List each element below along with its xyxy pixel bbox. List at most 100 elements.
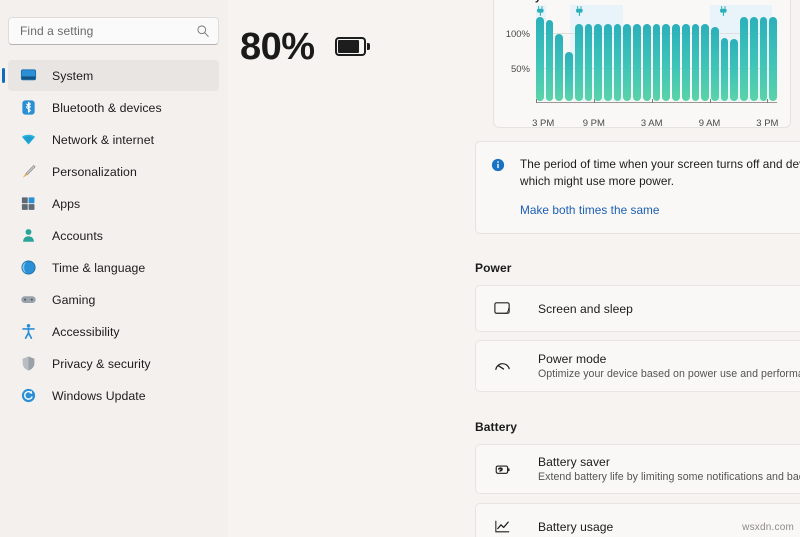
chart-bar: [652, 23, 661, 101]
main-content: 80% Battery levels View detailed info 10…: [228, 0, 800, 537]
x-tick-label: 3 AM: [640, 118, 663, 129]
chart-bar: [545, 19, 554, 101]
make-both-times-same-link[interactable]: Make both times the same: [520, 203, 660, 217]
row-subtitle: Extend battery life by limiting some not…: [538, 471, 800, 483]
x-tick-mark: [709, 99, 711, 103]
row-title: Power mode: [538, 352, 607, 366]
row-subtitle: Optimize your device based on power use …: [538, 368, 800, 380]
wifi-icon: [20, 131, 37, 148]
sidebar-item-accessibility[interactable]: Accessibility: [8, 316, 219, 347]
sidebar-item-personalization[interactable]: Personalization: [8, 156, 219, 187]
sidebar-item-label: Apps: [52, 196, 81, 211]
chart-bar: [584, 23, 593, 101]
sidebar-item-label: Time & language: [52, 260, 146, 275]
row-title: Battery saver: [538, 455, 610, 469]
chart-bar: [633, 23, 641, 101]
chart-bars: [536, 17, 777, 101]
x-tick-mark: [767, 99, 769, 103]
gauge-icon: [492, 356, 512, 376]
line-chart-icon: [492, 517, 512, 537]
x-tick-label: 3 PM: [532, 118, 555, 129]
sidebar-item-label: System: [52, 68, 94, 83]
chart-bar: [574, 23, 583, 101]
x-tick-label: 9 PM: [582, 118, 605, 129]
sidebar-item-label: Network & internet: [52, 132, 155, 147]
chart-bar: [681, 23, 690, 101]
sidebar-item-label: Personalization: [52, 164, 137, 179]
accessibility-icon: [20, 323, 37, 340]
gamepad-icon: [20, 291, 37, 308]
y-tick-label: 100%: [505, 29, 530, 40]
sidebar-item-time-language[interactable]: Time & language: [8, 252, 219, 283]
plug-icon: [536, 4, 545, 16]
sidebar-item-label: Gaming: [52, 292, 96, 307]
sidebar-nav: System Bluetooth & devices Network & int…: [0, 60, 228, 411]
sidebar-item-network-internet[interactable]: Network & internet: [8, 124, 219, 155]
sidebar: System Bluetooth & devices: [0, 0, 228, 537]
watermark: wsxdn.com: [742, 522, 794, 533]
chart-bar: [642, 23, 651, 101]
chart-bar: [536, 17, 544, 101]
x-tick-mark: [593, 99, 595, 103]
chart-bar: [672, 23, 680, 101]
update-icon: [20, 387, 37, 404]
sidebar-item-privacy-security[interactable]: Privacy & security: [8, 348, 219, 379]
chart-bar: [565, 52, 573, 101]
chart-bar: [710, 27, 719, 101]
sidebar-item-bluetooth-devices[interactable]: Bluetooth & devices: [8, 92, 219, 123]
battery-saver-icon: [492, 459, 512, 479]
sidebar-item-label: Privacy & security: [52, 356, 151, 371]
banner-message: The period of time when your screen turn…: [520, 157, 800, 188]
x-tick-label: 3 PM: [756, 118, 779, 129]
sidebar-item-label: Accounts: [52, 228, 103, 243]
plug-icon: [719, 4, 728, 16]
sidebar-item-label: Windows Update: [52, 388, 146, 403]
chart-x-axis: 3 PM 9 PM 3 AM 9 AM 3 PM: [532, 99, 778, 129]
search-input[interactable]: [20, 24, 196, 38]
sidebar-item-gaming[interactable]: Gaming: [8, 284, 219, 315]
sidebar-item-system[interactable]: System: [2, 60, 219, 91]
sidebar-item-apps[interactable]: Apps: [8, 188, 219, 219]
battery-levels-chart-card: Battery levels View detailed info 100% 5…: [493, 0, 791, 129]
row-screen-and-sleep[interactable]: Screen and sleep: [475, 285, 800, 332]
sidebar-item-windows-update[interactable]: Windows Update: [8, 380, 219, 411]
chart-bar: [720, 38, 729, 101]
chart-bar: [662, 23, 671, 101]
x-tick-label: 9 AM: [698, 118, 721, 129]
view-detailed-info-link[interactable]: View detailed info: [692, 0, 781, 3]
row-battery-saver[interactable]: Battery saver Extend battery life by lim…: [475, 444, 800, 494]
chart-plot-area: 100% 50% 3 PM 9 PM 3 AM 9 AM 3 PM: [502, 5, 781, 129]
plug-icon: [575, 4, 584, 16]
chart-bar: [623, 23, 632, 101]
chart-bar: [555, 33, 564, 101]
settings-window: System Bluetooth & devices: [0, 0, 800, 537]
chart-bar: [691, 23, 700, 101]
chart-bar: [749, 17, 758, 101]
row-power-mode[interactable]: Power mode Optimize your device based on…: [475, 340, 800, 392]
monitor-icon: [20, 67, 37, 84]
chart-bar: [730, 38, 739, 101]
paintbrush-icon: [20, 163, 37, 180]
chart-title: Battery levels: [502, 0, 576, 3]
section-heading-power: Power: [475, 261, 512, 275]
search-icon: [196, 24, 210, 38]
sidebar-item-accounts[interactable]: Accounts: [8, 220, 219, 251]
info-icon: [491, 158, 505, 172]
section-heading-battery: Battery: [475, 420, 518, 434]
chart-bar: [740, 17, 748, 101]
person-icon: [20, 227, 37, 244]
screen-sleep-icon: [492, 299, 512, 319]
bluetooth-icon: [20, 99, 37, 116]
apps-icon: [20, 195, 37, 212]
sidebar-item-label: Bluetooth & devices: [52, 100, 162, 115]
chart-bar: [759, 17, 768, 101]
y-tick-label: 50%: [510, 64, 530, 75]
battery-percent: 80%: [240, 26, 315, 68]
search-container: [0, 17, 228, 45]
info-banner: The period of time when your screen turn…: [475, 141, 800, 234]
chart-bar: [769, 17, 777, 101]
x-tick-mark: [536, 99, 537, 103]
chart-bars-container: [536, 5, 777, 101]
clock-globe-icon: [20, 259, 37, 276]
search-box[interactable]: [8, 17, 219, 45]
